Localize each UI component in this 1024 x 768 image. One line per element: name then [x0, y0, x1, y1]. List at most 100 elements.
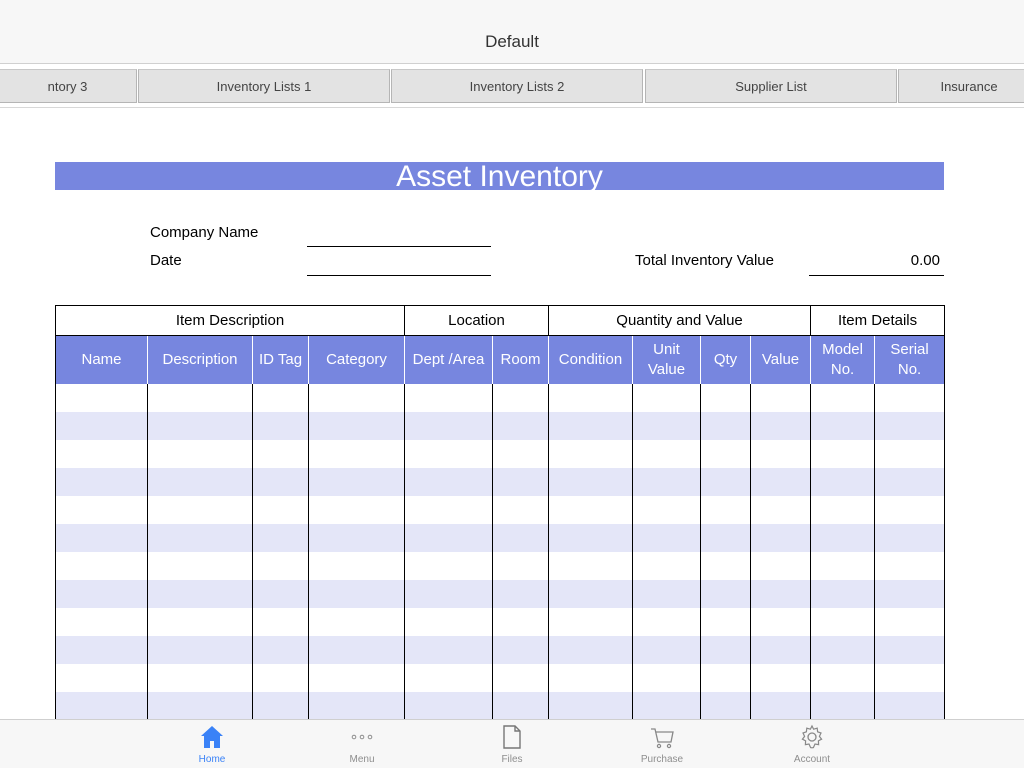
nav-menu[interactable]: Menu: [322, 720, 402, 768]
table-cell[interactable]: [308, 691, 405, 720]
table-cell[interactable]: [548, 579, 633, 608]
table-cell[interactable]: [147, 467, 253, 496]
table-cell[interactable]: [700, 663, 751, 692]
table-cell[interactable]: [404, 607, 493, 636]
table-cell[interactable]: [308, 411, 405, 440]
table-cell[interactable]: [749, 495, 812, 524]
table-cell[interactable]: [55, 579, 148, 608]
table-cell[interactable]: [492, 691, 549, 720]
table-cell[interactable]: [147, 607, 253, 636]
table-cell[interactable]: [308, 663, 405, 692]
nav-account[interactable]: Account: [772, 720, 852, 768]
table-cell[interactable]: [749, 439, 812, 468]
table-cell[interactable]: [147, 383, 253, 412]
table-cell[interactable]: [308, 635, 405, 664]
table-cell[interactable]: [492, 439, 549, 468]
table-cell[interactable]: [810, 467, 876, 496]
table-cell[interactable]: [874, 635, 946, 664]
table-cell[interactable]: [404, 551, 493, 580]
table-cell[interactable]: [492, 663, 549, 692]
table-cell[interactable]: [749, 691, 812, 720]
table-cell[interactable]: [700, 383, 751, 412]
table-cell[interactable]: [548, 411, 633, 440]
table-cell[interactable]: [874, 691, 946, 720]
table-cell[interactable]: [874, 383, 946, 412]
table-cell[interactable]: [632, 607, 701, 636]
table-cell[interactable]: [147, 411, 253, 440]
table-cell[interactable]: [492, 495, 549, 524]
table-cell[interactable]: [252, 635, 309, 664]
table-cell[interactable]: [147, 439, 253, 468]
table-cell[interactable]: [252, 383, 309, 412]
table-cell[interactable]: [55, 635, 148, 664]
table-cell[interactable]: [308, 383, 405, 412]
table-cell[interactable]: [252, 467, 309, 496]
tab-inventory-lists-2[interactable]: Inventory Lists 2: [391, 69, 643, 103]
table-cell[interactable]: [632, 495, 701, 524]
table-cell[interactable]: [874, 411, 946, 440]
table-cell[interactable]: [147, 495, 253, 524]
table-cell[interactable]: [874, 495, 946, 524]
table-cell[interactable]: [252, 439, 309, 468]
table-cell[interactable]: [548, 663, 633, 692]
table-cell[interactable]: [810, 495, 876, 524]
table-cell[interactable]: [749, 551, 812, 580]
table-cell[interactable]: [749, 383, 812, 412]
table-cell[interactable]: [632, 691, 701, 720]
table-cell[interactable]: [55, 607, 148, 636]
spreadsheet-area[interactable]: Asset Inventory Company Name Date Total …: [0, 108, 1024, 720]
total-inventory-value-field[interactable]: [809, 275, 944, 276]
table-cell[interactable]: [749, 523, 812, 552]
table-cell[interactable]: [700, 439, 751, 468]
table-cell[interactable]: [252, 691, 309, 720]
table-cell[interactable]: [700, 579, 751, 608]
table-cell[interactable]: [147, 579, 253, 608]
table-cell[interactable]: [404, 663, 493, 692]
table-cell[interactable]: [252, 551, 309, 580]
table-cell[interactable]: [632, 411, 701, 440]
company-name-field[interactable]: [307, 246, 491, 247]
tab-inventory-3[interactable]: ntory 3: [0, 69, 137, 103]
table-cell[interactable]: [632, 383, 701, 412]
table-cell[interactable]: [492, 383, 549, 412]
table-cell[interactable]: [874, 663, 946, 692]
table-cell[interactable]: [749, 411, 812, 440]
table-cell[interactable]: [404, 467, 493, 496]
table-cell[interactable]: [874, 579, 946, 608]
table-cell[interactable]: [700, 551, 751, 580]
nav-files[interactable]: Files: [472, 720, 552, 768]
table-cell[interactable]: [252, 523, 309, 552]
table-cell[interactable]: [147, 551, 253, 580]
table-cell[interactable]: [492, 551, 549, 580]
nav-purchase[interactable]: Purchase: [622, 720, 702, 768]
table-cell[interactable]: [874, 439, 946, 468]
table-cell[interactable]: [700, 691, 751, 720]
table-cell[interactable]: [308, 551, 405, 580]
table-cell[interactable]: [492, 579, 549, 608]
table-cell[interactable]: [252, 663, 309, 692]
table-cell[interactable]: [404, 439, 493, 468]
table-cell[interactable]: [548, 607, 633, 636]
table-cell[interactable]: [874, 467, 946, 496]
table-cell[interactable]: [147, 523, 253, 552]
table-cell[interactable]: [632, 523, 701, 552]
table-cell[interactable]: [810, 383, 876, 412]
table-cell[interactable]: [632, 551, 701, 580]
table-cell[interactable]: [404, 579, 493, 608]
table-cell[interactable]: [548, 523, 633, 552]
table-cell[interactable]: [492, 607, 549, 636]
table-cell[interactable]: [147, 635, 253, 664]
table-cell[interactable]: [810, 523, 876, 552]
table-cell[interactable]: [147, 663, 253, 692]
table-cell[interactable]: [55, 467, 148, 496]
table-cell[interactable]: [404, 495, 493, 524]
table-cell[interactable]: [874, 607, 946, 636]
table-cell[interactable]: [749, 467, 812, 496]
table-cell[interactable]: [548, 439, 633, 468]
table-cell[interactable]: [308, 467, 405, 496]
tab-supplier-list[interactable]: Supplier List: [645, 69, 897, 103]
table-cell[interactable]: [749, 663, 812, 692]
table-cell[interactable]: [749, 607, 812, 636]
table-cell[interactable]: [252, 411, 309, 440]
table-cell[interactable]: [252, 579, 309, 608]
